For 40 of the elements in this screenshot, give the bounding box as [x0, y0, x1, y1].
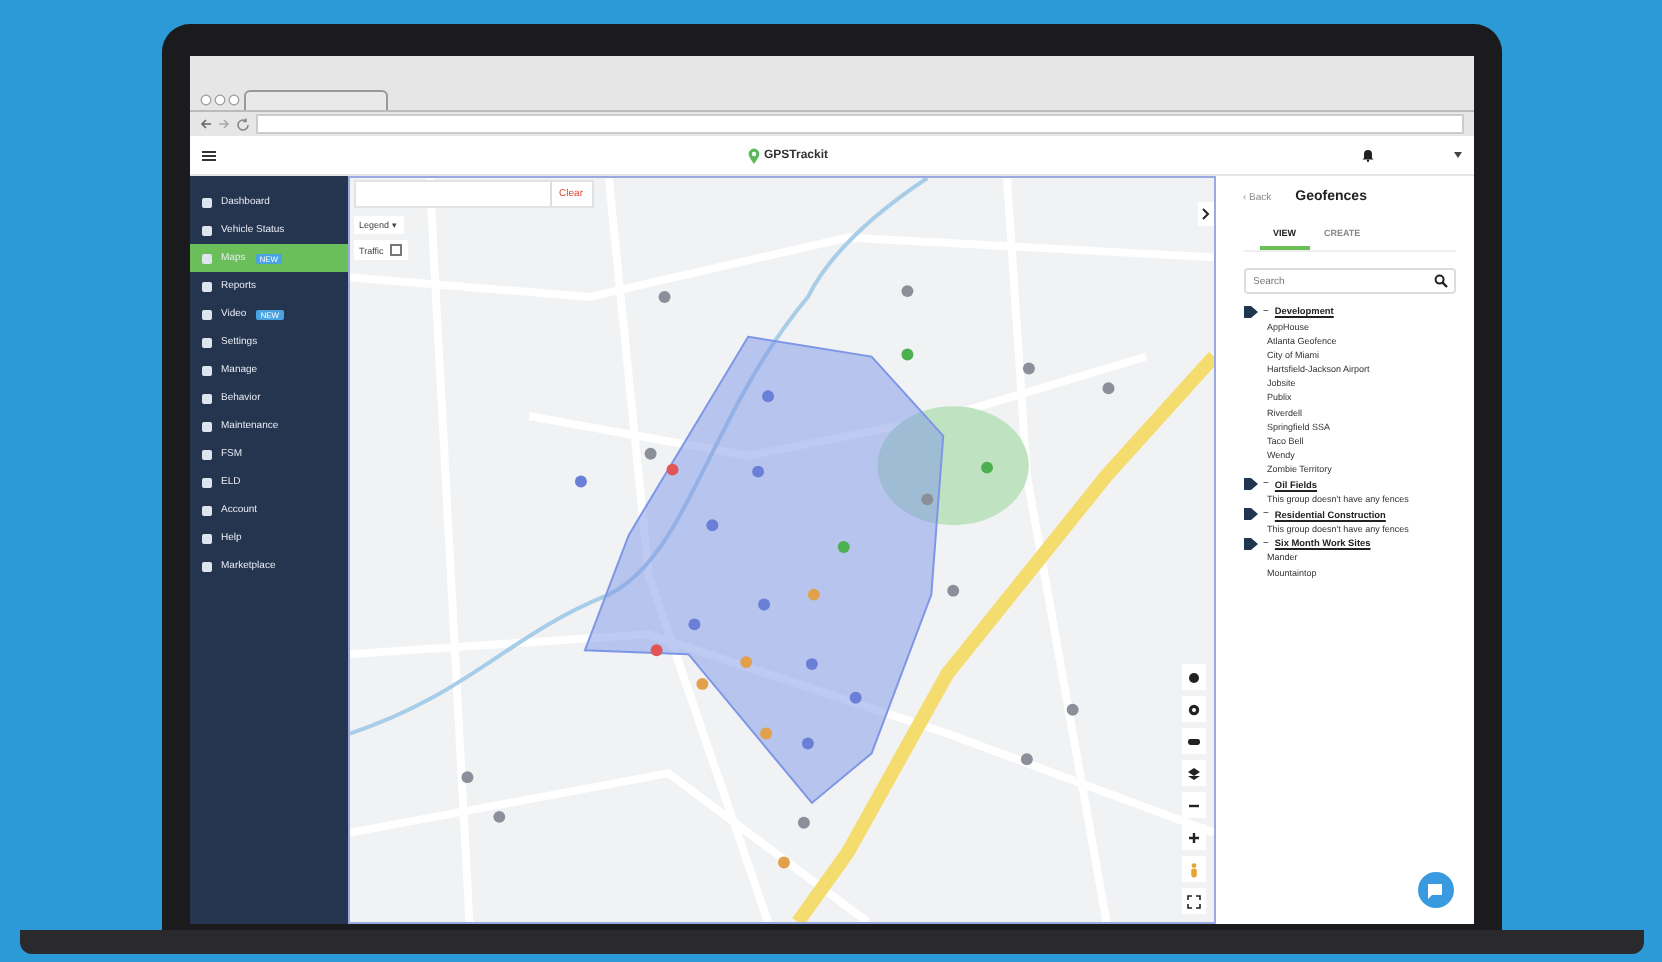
chevron-right-icon: [1201, 208, 1209, 220]
bell-icon[interactable]: [1361, 148, 1373, 162]
back-icon[interactable]: [199, 118, 211, 130]
fullscreen-button[interactable]: [1181, 888, 1205, 914]
window-controls-icon: [199, 94, 239, 106]
reload-icon[interactable]: [235, 117, 249, 131]
layers-button[interactable]: [1181, 760, 1205, 786]
zoom-in-icon: [1185, 829, 1201, 845]
location-pin-icon: [747, 147, 760, 163]
square-icon: [201, 393, 211, 403]
square-icon: [201, 365, 211, 375]
tag-icon: [1243, 537, 1257, 550]
gear-icon: [1185, 701, 1201, 717]
square-icon: [201, 449, 211, 459]
caret-icon[interactable]: [1453, 152, 1461, 158]
square-icon: [201, 561, 211, 571]
chat-bubble-icon: [1426, 881, 1444, 899]
square-icon: [201, 197, 211, 207]
chat-button[interactable]: [1417, 872, 1453, 908]
square-icon: [201, 533, 211, 543]
menu-icon[interactable]: [201, 149, 215, 161]
tag-icon: [1243, 508, 1257, 520]
traffic-checkbox[interactable]: [389, 244, 402, 256]
tag-icon: [1243, 478, 1257, 491]
square-icon: [201, 225, 211, 235]
person-icon: [1185, 861, 1201, 877]
gear-button[interactable]: [1181, 696, 1205, 722]
square-icon: [201, 281, 211, 291]
fullscreen-icon: [1185, 893, 1201, 909]
tag-icon: [1243, 305, 1257, 318]
square-icon: [201, 253, 211, 263]
square-icon: [201, 309, 211, 319]
square-icon: [201, 421, 211, 431]
square-icon: [201, 505, 211, 515]
square-icon: [201, 337, 211, 347]
square-icon: [201, 477, 211, 487]
search-icon: [1433, 274, 1447, 288]
zoom-out-button[interactable]: [1181, 792, 1205, 818]
layers-icon: [1185, 765, 1201, 781]
zoom-in-button[interactable]: [1181, 824, 1205, 850]
